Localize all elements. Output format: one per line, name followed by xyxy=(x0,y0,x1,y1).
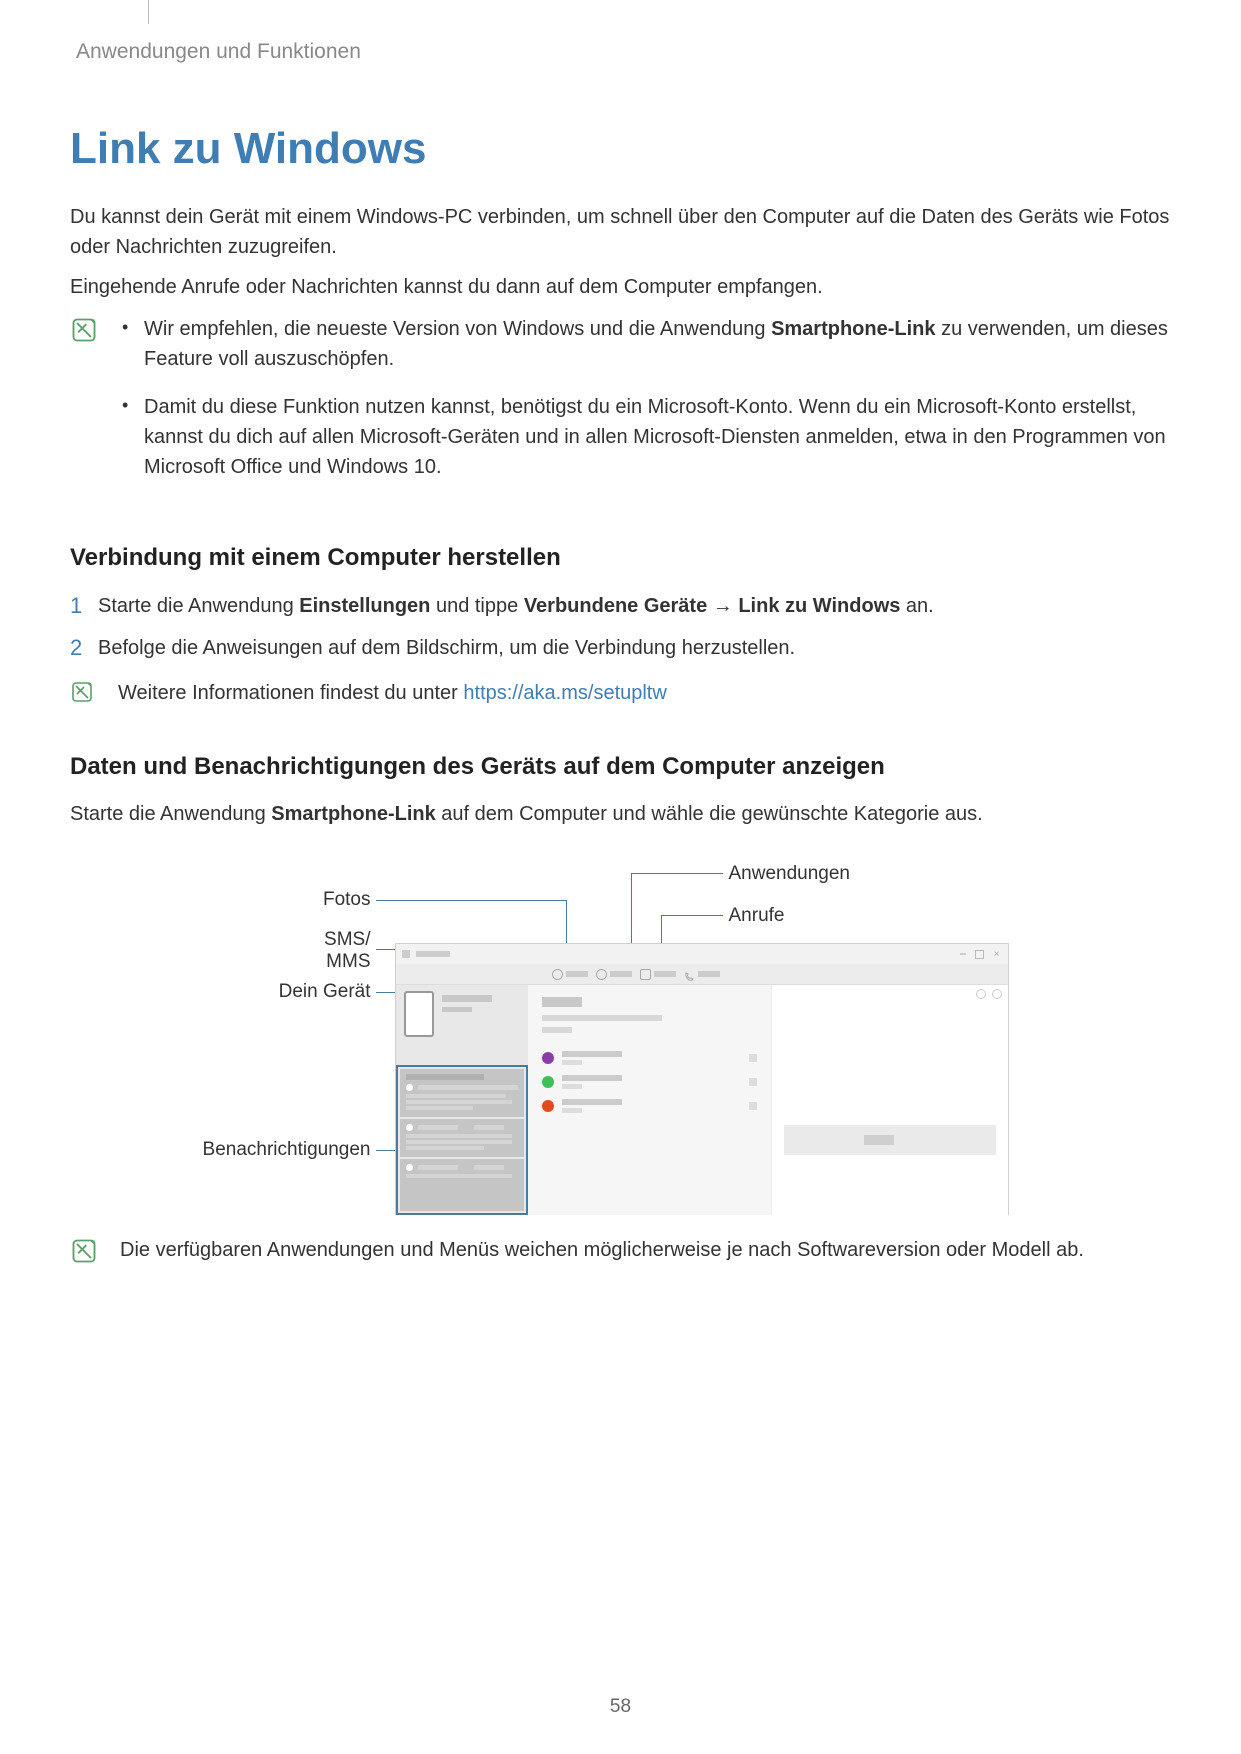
note-icon xyxy=(70,680,96,709)
note1-bullet-2: Damit du diese Funktion nutzen kannst, b… xyxy=(116,392,1171,482)
note-block-3: Die verfügbaren Anwendungen und Menüs we… xyxy=(70,1235,1171,1270)
info-note-icon xyxy=(70,680,94,704)
content-placeholder xyxy=(784,1125,996,1155)
info-note-icon xyxy=(70,316,98,344)
maximize-icon[interactable] xyxy=(975,950,984,959)
notification-card[interactable] xyxy=(400,1159,524,1211)
note3-text: Die verfügbaren Anwendungen und Menüs we… xyxy=(120,1235,1171,1265)
note-icon xyxy=(70,1237,98,1270)
label-sms: SMS/ MMS xyxy=(324,929,370,973)
device-thumbnail xyxy=(404,991,434,1037)
minimize-icon[interactable] xyxy=(960,953,966,955)
note-icon xyxy=(70,316,100,500)
setup-link[interactable]: https://aka.ms/setupltw xyxy=(463,682,666,704)
breadcrumb: Anwendungen und Funktionen xyxy=(76,40,1171,64)
info-note-icon xyxy=(70,1237,98,1265)
note1-bullet-1: Wir empfehlen, die neueste Version von W… xyxy=(116,314,1171,374)
note2-text: Weitere Informationen findest du unter xyxy=(118,682,463,704)
label-apps: Anwendungen xyxy=(729,863,851,885)
intro-paragraph-2: Eingehende Anrufe oder Nachrichten kanns… xyxy=(70,272,1171,302)
subheading-connect: Verbindung mit einem Computer herstellen xyxy=(70,544,1171,572)
app-window: × xyxy=(395,943,1009,1215)
app-sidebar xyxy=(396,985,528,1215)
app-titlebar: × xyxy=(396,944,1008,964)
sub2-paragraph: Starte die Anwendung Smartphone-Link auf… xyxy=(70,799,1171,829)
tab-apps-icon[interactable] xyxy=(640,969,651,980)
tab-photos-icon[interactable] xyxy=(552,969,563,980)
intro-paragraph-1: Du kannst dein Gerät mit einem Windows-P… xyxy=(70,202,1171,262)
note-block-2: Weitere Informationen findest du unter h… xyxy=(70,678,1171,709)
note-block-1: Wir empfehlen, die neueste Version von W… xyxy=(70,314,1171,500)
label-device: Dein Gerät xyxy=(279,981,371,1003)
list-item[interactable] xyxy=(542,1075,757,1089)
subheading-data: Daten und Benachrichtigungen des Geräts … xyxy=(70,753,1171,781)
step-2: Befolge die Anweisungen auf dem Bildschi… xyxy=(70,632,1171,664)
label-fotos: Fotos xyxy=(323,889,371,911)
more-icon[interactable] xyxy=(976,989,986,999)
tab-calls-icon[interactable] xyxy=(684,972,694,982)
tab-messages-icon[interactable] xyxy=(596,969,607,980)
notification-card[interactable] xyxy=(400,1069,524,1117)
app-main-list xyxy=(528,985,771,1215)
label-calls: Anrufe xyxy=(729,905,785,927)
list-item[interactable] xyxy=(542,1051,757,1065)
page-title: Link zu Windows xyxy=(70,124,1171,174)
app-detail-pane xyxy=(771,985,1008,1215)
notifications-panel xyxy=(396,1065,528,1215)
list-item[interactable] xyxy=(542,1099,757,1113)
app-diagram: Fotos SMS/ MMS Dein Gerät Benachrichtigu… xyxy=(191,849,1051,1219)
label-notifications: Benachrichtigungen xyxy=(203,1139,371,1161)
close-icon[interactable]: × xyxy=(994,949,1000,960)
notification-card[interactable] xyxy=(400,1119,524,1157)
page-number: 58 xyxy=(0,1696,1241,1718)
step-1: Starte die Anwendung Einstellungen und t… xyxy=(70,590,1171,622)
settings-icon[interactable] xyxy=(992,989,1002,999)
app-tabbar xyxy=(396,964,1008,985)
page-rule xyxy=(148,0,149,24)
